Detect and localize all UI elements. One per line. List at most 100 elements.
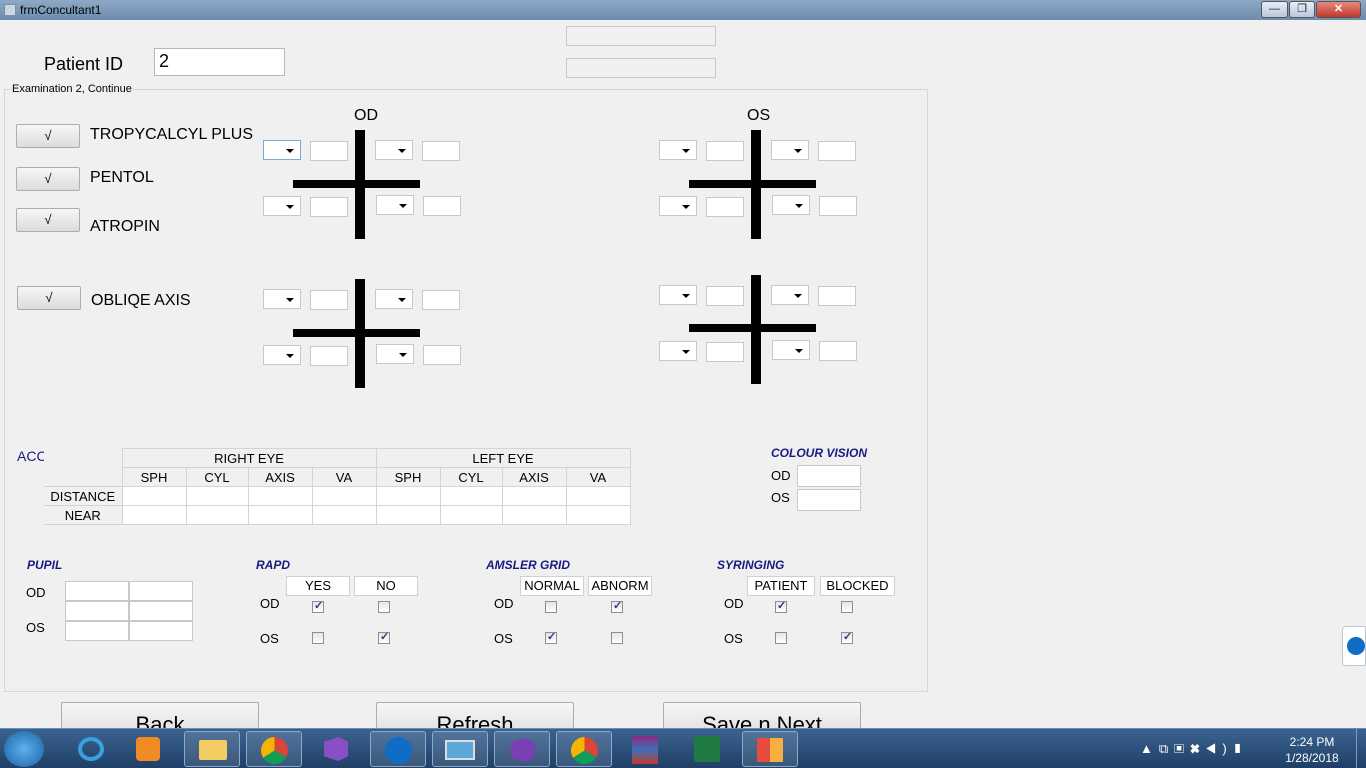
cell-input[interactable] [121,505,187,525]
os-bottom-input-1[interactable] [706,286,744,306]
od-top-dropdown-4[interactable] [376,195,414,215]
syringing-os-patient-checkbox[interactable] [775,632,787,644]
cell-input[interactable] [311,505,377,525]
left-eye-header: LEFT EYE [375,448,631,468]
teamviewer-icon[interactable] [370,731,426,767]
pupil-input-3[interactable] [65,601,129,621]
syringing-od-patient-checkbox[interactable] [775,599,787,613]
winrar-icon[interactable] [618,731,674,767]
maximize-button[interactable]: ❐ [1289,1,1315,18]
os-top-dropdown-2[interactable] [771,140,809,160]
od-bottom-input-1[interactable] [310,290,348,310]
od-bottom-dropdown-2[interactable] [375,289,413,309]
os-bottom-input-4[interactable] [819,341,857,361]
cell-input[interactable] [311,486,377,506]
media-player-icon[interactable] [122,731,178,767]
od-bottom-dropdown-3[interactable] [263,345,301,365]
patient-id-input[interactable]: 2 [154,48,285,76]
amsler-os-normal-checkbox[interactable] [545,630,557,644]
os-top-input-4[interactable] [819,196,857,216]
tropycalcyl-check-button[interactable]: √ [16,124,80,148]
cell-input[interactable] [565,486,631,506]
clock-date: 1/28/2018 [1285,751,1339,765]
od-bottom-dropdown-1[interactable] [263,289,301,309]
col-header: VA [311,467,377,487]
cell-input[interactable] [439,505,503,525]
office-icon[interactable] [742,731,798,767]
os-top-dropdown-3[interactable] [659,196,697,216]
photos-icon[interactable] [432,731,488,767]
rapd-od-no-checkbox[interactable] [378,601,390,613]
cell-input[interactable] [185,505,249,525]
os-top-input-1[interactable] [706,141,744,161]
explorer-icon[interactable] [184,731,240,767]
od-top-input-3[interactable] [310,197,348,217]
pupil-input-5[interactable] [65,621,129,641]
amsler-od-normal-checkbox[interactable] [545,601,557,613]
os-top-dropdown-4[interactable] [772,195,810,215]
cell-input[interactable] [375,486,441,506]
oblique-axis-check-button[interactable]: √ [17,286,81,310]
cell-input[interactable] [121,486,187,506]
cell-input[interactable] [501,505,567,525]
os-bottom-input-3[interactable] [706,342,744,362]
os-top-input-2[interactable] [818,141,856,161]
os-top-dropdown-1[interactable] [659,140,697,160]
group-label: Examination 2, Continue [11,83,133,95]
pupil-input-4[interactable] [129,601,193,621]
pentol-label: PENTOL [90,169,154,186]
chrome-icon[interactable] [556,731,612,767]
od-bottom-dropdown-4[interactable] [376,344,414,364]
syringing-od-blocked-checkbox[interactable] [841,601,853,613]
close-button[interactable]: ✕ [1316,1,1361,18]
od-top-input-1[interactable] [310,141,348,161]
cell-input[interactable] [247,486,313,506]
od-bottom-input-2[interactable] [422,290,460,310]
start-button[interactable] [4,731,44,767]
os-bottom-dropdown-4[interactable] [772,340,810,360]
cell-input[interactable] [375,505,441,525]
pentol-check-button[interactable]: √ [16,167,80,191]
os-bottom-dropdown-2[interactable] [771,285,809,305]
show-desktop-button[interactable] [1356,729,1366,768]
ie-icon[interactable] [64,731,120,767]
syringing-os-blocked-checkbox[interactable] [841,630,853,644]
rapd-os-yes-checkbox[interactable] [312,632,324,644]
od-header: OD [354,107,378,124]
pupil-input-6[interactable] [129,621,193,641]
od-top-dropdown-2[interactable] [375,140,413,160]
minimize-button[interactable]: — [1261,1,1288,18]
visual-studio-alt-icon[interactable] [494,731,550,767]
colour-vision-os-input[interactable] [797,489,861,511]
od-top-dropdown-3[interactable] [263,196,301,216]
rapd-od-yes-checkbox[interactable] [312,599,324,613]
amsler-od-abnorm-checkbox[interactable] [611,599,623,613]
cell-input[interactable] [565,505,631,525]
chrome-icon[interactable] [246,731,302,767]
os-bottom-input-2[interactable] [818,286,856,306]
cell-input[interactable] [501,486,567,506]
rapd-os-no-checkbox[interactable] [378,630,390,644]
od-bottom-input-3[interactable] [310,346,348,366]
os-bottom-dropdown-1[interactable] [659,285,697,305]
cell-input[interactable] [439,486,503,506]
pupil-os-label: OS [26,620,45,635]
pupil-input-1[interactable] [65,581,129,601]
system-tray-icons[interactable]: ▲⧉▣✖◀)▮ [1140,741,1260,757]
visual-studio-icon[interactable] [308,731,364,767]
od-bottom-input-4[interactable] [423,345,461,365]
amsler-os-abnorm-checkbox[interactable] [611,632,623,644]
os-top-input-3[interactable] [706,197,744,217]
od-top-dropdown-1[interactable] [263,140,301,160]
cell-input[interactable] [185,486,249,506]
excel-icon[interactable] [680,731,736,767]
clock[interactable]: 2:24 PM 1/28/2018 [1272,734,1352,766]
teamviewer-side-tab[interactable] [1342,626,1366,666]
cell-input[interactable] [247,505,313,525]
od-top-input-4[interactable] [423,196,461,216]
od-top-input-2[interactable] [422,141,460,161]
os-bottom-dropdown-3[interactable] [659,341,697,361]
atropin-check-button[interactable]: √ [16,208,80,232]
colour-vision-od-input[interactable] [797,465,861,487]
pupil-input-2[interactable] [129,581,193,601]
